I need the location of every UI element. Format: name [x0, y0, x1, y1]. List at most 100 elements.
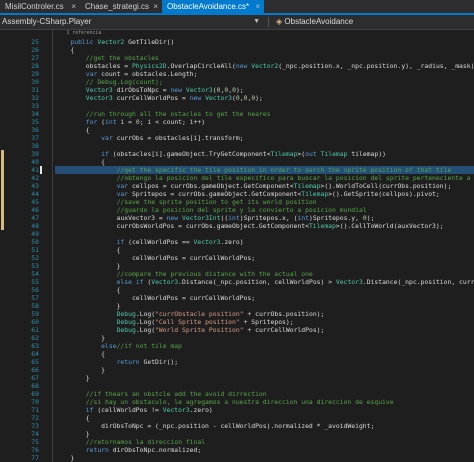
change-marker	[1, 190, 4, 198]
code-line[interactable]	[55, 102, 474, 110]
code-line[interactable]: //compare the previous distance with the…	[55, 270, 474, 278]
code-line[interactable]	[55, 142, 474, 150]
tab-misilcontroler[interactable]: MisilControler.cs ×	[0, 0, 80, 13]
code-editor[interactable]: 25 26 27 28 29 30 31 32 33 34 35 36 37 38 39 40 41 42 43 44…	[0, 30, 474, 462]
code-line[interactable]: var Spritepos = currObs.gameObject.GetCo…	[55, 190, 474, 198]
change-marker	[1, 174, 4, 182]
code-line[interactable]: //get the specific the tile position in …	[55, 166, 474, 174]
code-line[interactable]: dirObsToNpc = (_npc.position - cellWorld…	[55, 422, 474, 430]
line-number-gutter: 25 26 27 28 29 30 31 32 33 34 35 36 37 38 39 40 41 42 43 44…	[0, 30, 42, 462]
line-number: 30	[31, 78, 39, 86]
code-line[interactable]: //run through all the ostacles to get th…	[55, 110, 474, 118]
code-line[interactable]: for (int i = 0; i < count; i++)	[55, 118, 474, 126]
code-line[interactable]: return dirObsToNpc.normalized;	[55, 446, 474, 454]
project-dropdown[interactable]: Assembly-CSharp.Player ▼	[2, 15, 264, 29]
line-number: 56	[31, 286, 39, 294]
change-marker	[1, 198, 4, 206]
code-line[interactable]: {	[55, 286, 474, 294]
code-line[interactable]: //if thears an obstcle add the avoid dir…	[55, 390, 474, 398]
line-number: 76	[31, 446, 39, 454]
code-line[interactable]: //save the sprite position to get its wo…	[55, 198, 474, 206]
line-number: 61	[31, 326, 39, 334]
code-line[interactable]	[55, 230, 474, 238]
code-line[interactable]: //guardo la posicion del sprite y la con…	[55, 206, 474, 214]
line-number: 59	[31, 310, 39, 318]
code-line[interactable]: var cellpos = currObs.gameObject.GetComp…	[55, 182, 474, 190]
code-line[interactable]: if (cellWorldPos != Vector3.zero)	[55, 406, 474, 414]
line-number: 37	[31, 134, 39, 142]
code-line[interactable]: }	[55, 430, 474, 438]
code-line[interactable]: if (cellWorldPos == Vector3.zero)	[55, 238, 474, 246]
code-line[interactable]: cellWorldPos = currCellWorldPos;	[55, 294, 474, 302]
code-line[interactable]	[55, 382, 474, 390]
code-line[interactable]: else if (Vector3.Distance(_npc.position,…	[55, 278, 474, 286]
line-number: 26	[31, 46, 39, 54]
close-icon[interactable]: ×	[255, 0, 260, 13]
code-line[interactable]: {	[55, 246, 474, 254]
code-line[interactable]: Vector3 currCellWorldPos = new Vector3(0…	[55, 94, 474, 102]
line-number: 67	[31, 374, 39, 382]
code-line[interactable]: {	[55, 414, 474, 422]
change-marker	[1, 214, 4, 222]
code-line[interactable]: auxVector3 = new Vector3Int((int)Spritep…	[55, 214, 474, 222]
line-number: 62	[31, 334, 39, 342]
code-line[interactable]: {	[55, 46, 474, 54]
code-line[interactable]: Debug.Log("Cell Sprite position" + Sprit…	[55, 318, 474, 326]
code-line[interactable]: //retornamos la direccion final	[55, 438, 474, 446]
fold-margin[interactable]	[44, 30, 53, 462]
code-line[interactable]: //si hay un obstaculo, le agregamos a nu…	[55, 398, 474, 406]
line-number: 64	[31, 350, 39, 358]
code-line[interactable]: if (obstacles[i].gameObject.TryGetCompon…	[55, 150, 474, 158]
codelens-references[interactable]: 1 referencia	[55, 30, 474, 38]
code-line[interactable]: Vector3 dirObsToNpc = new Vector3(0,0,0)…	[55, 86, 474, 94]
tab-obstacleavoidance[interactable]: ObstacleAvoidance.cs* ×	[162, 0, 264, 13]
line-number: 77	[31, 454, 39, 462]
class-dropdown[interactable]: ◈ ObstacleAvoidance	[276, 15, 474, 29]
line-number: 42	[31, 174, 39, 182]
line-number: 48	[31, 222, 39, 230]
code-line[interactable]: public Vector2 GetTileDir()	[55, 38, 474, 46]
change-marker	[1, 166, 4, 174]
code-line[interactable]: // Debug.Log(count);	[55, 78, 474, 86]
code-line[interactable]: return GetDir();	[55, 358, 474, 366]
line-number: 36	[31, 126, 39, 134]
code-line[interactable]: {	[55, 126, 474, 134]
code-line[interactable]: currObsWorldPos = currObs.gameObject.Get…	[55, 222, 474, 230]
code-line[interactable]: }	[55, 366, 474, 374]
line-number: 43	[31, 182, 39, 190]
line-number: 33	[31, 102, 39, 110]
code-line[interactable]: var count = obstacles.Length;	[55, 70, 474, 78]
code-line[interactable]: //get the obstacles	[55, 54, 474, 62]
code-line[interactable]: }	[55, 374, 474, 382]
change-marker	[1, 206, 4, 214]
line-number: 47	[31, 214, 39, 222]
line-number: 66	[31, 366, 39, 374]
line-number: 44	[31, 190, 39, 198]
code-line[interactable]: {	[55, 158, 474, 166]
code-line[interactable]: {	[55, 350, 474, 358]
line-number: 38	[31, 142, 39, 150]
code-line[interactable]: }	[55, 454, 474, 462]
line-number: 53	[31, 262, 39, 270]
tab-label: MisilControler.cs	[5, 2, 64, 11]
tab-chase-strategi[interactable]: Chase_strategi.cs ×	[80, 0, 162, 13]
tab-label: Chase_strategi.cs	[85, 2, 150, 11]
code-line[interactable]: }	[55, 262, 474, 270]
line-number: 75	[31, 438, 39, 446]
code-line[interactable]: Debug.Log("World Sprite Position" + curr…	[55, 326, 474, 334]
close-icon[interactable]: ×	[153, 0, 158, 13]
code-line[interactable]: var currObs = obstacles[i].transform;	[55, 134, 474, 142]
code-line[interactable]: cellWorldPos = currCellWorldPos;	[55, 254, 474, 262]
code-area[interactable]: 1 referencia public Vector2 GetTileDir()…	[55, 30, 474, 462]
change-marker	[1, 222, 4, 230]
code-line[interactable]: }	[55, 334, 474, 342]
code-line[interactable]: else//if not tile map	[55, 342, 474, 350]
line-number	[0, 30, 42, 38]
line-number: 72	[31, 414, 39, 422]
close-icon[interactable]: ×	[71, 0, 76, 13]
code-line[interactable]: obstacles = Physics2D.OverlapCircleAll(n…	[55, 62, 474, 70]
line-number: 52	[31, 254, 39, 262]
code-line[interactable]: }	[55, 302, 474, 310]
code-line[interactable]: //obtengo la posicion del tile especific…	[55, 174, 474, 182]
code-line[interactable]: Debug.Log("currObstacle position" + curr…	[55, 310, 474, 318]
